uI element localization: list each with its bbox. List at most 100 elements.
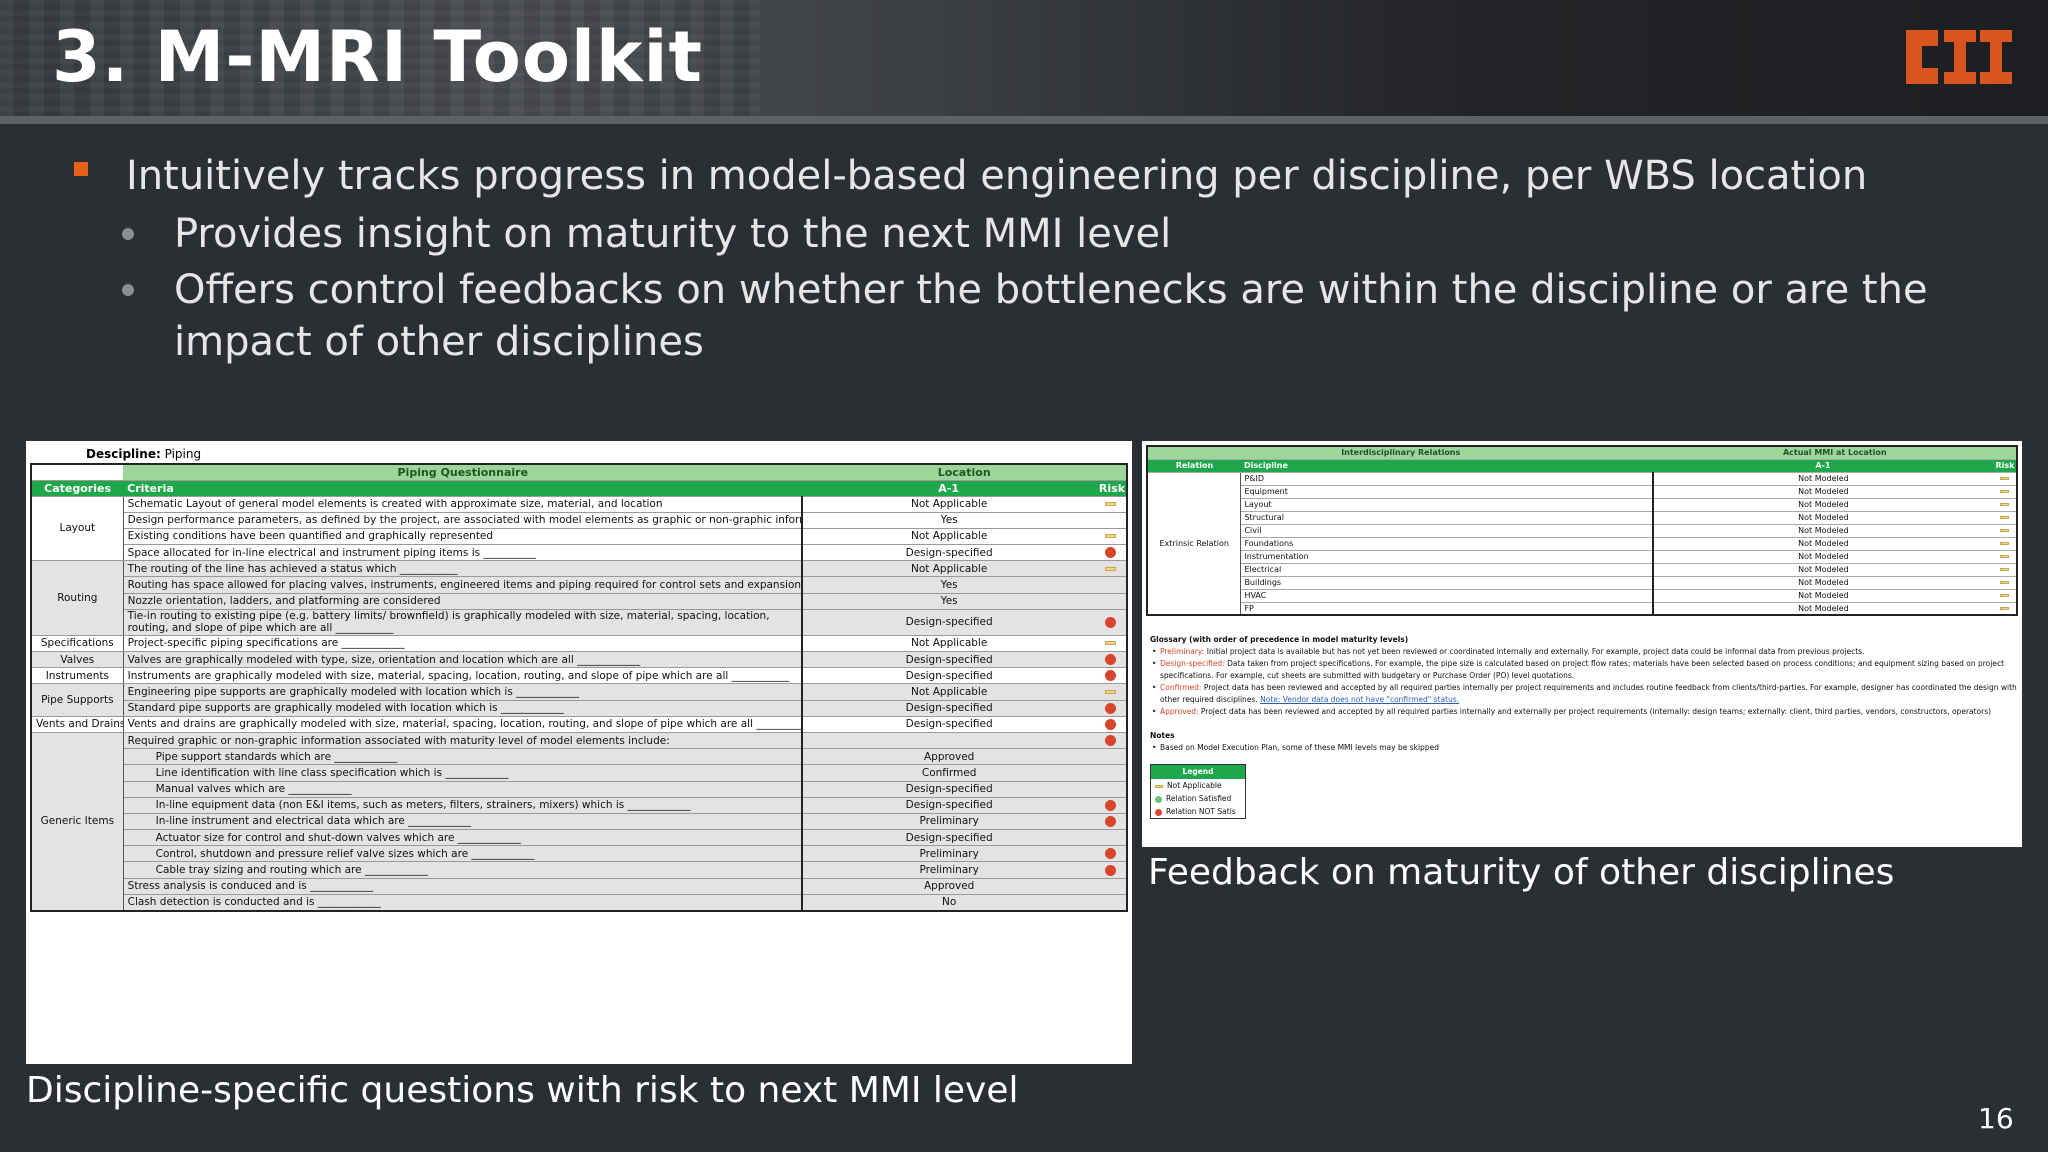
risk-cell [1094, 593, 1127, 610]
risk-cell [1992, 485, 2017, 499]
not-applicable-dash-icon [1999, 490, 2009, 493]
table-row: Valves Valves are graphically modeled wit… [31, 651, 1127, 669]
risk-cell [1094, 683, 1127, 701]
table-row: Instruments Instruments are graphically m… [31, 667, 1127, 685]
not-applicable-dash-icon [1999, 542, 2009, 545]
risk-cell [1992, 589, 2017, 603]
notes-title: Notes [1150, 731, 1175, 740]
risk-cell [1094, 829, 1127, 847]
category-cell: Routing [31, 560, 124, 636]
location-value-cell: Design-specified [802, 797, 1095, 814]
table-row: Standard pipe supports are graphically m… [31, 700, 1127, 717]
criteria-cell: Control, shutdown and pressure relief va… [123, 845, 804, 863]
relations-table: Interdisciplinary Relations Actual MMI a… [1146, 445, 2018, 616]
discipline-cell: Civil [1240, 524, 1655, 538]
table-row: Actuator size for control and shut-down … [31, 829, 1127, 847]
table-row: Manual valves which are ____________ Desi… [31, 781, 1127, 798]
risk-cell [1094, 700, 1127, 717]
legend: Legend Not Applicable Relation Satisfied… [1150, 764, 1246, 819]
glossary: Glossary (with order of precedence in mo… [1146, 634, 2018, 754]
risk-red-dot-icon [1104, 616, 1116, 628]
table-row: Foundations Not Modeled [1147, 537, 2017, 551]
risk-cell [1992, 511, 2017, 525]
red-dot-icon [1155, 808, 1162, 816]
location-value-cell: Preliminary [802, 813, 1095, 831]
glossary-item: Design-specified: Data taken from projec… [1150, 658, 2018, 682]
discipline-cell: Electrical [1240, 563, 1655, 577]
discipline-line: Descipline: Piping [86, 447, 202, 461]
criteria-cell: Cable tray sizing and routing which are … [123, 861, 804, 879]
risk-cell [1094, 528, 1127, 546]
table-row: Extrinsic Relation P&ID Not Modeled [1147, 472, 2017, 616]
not-applicable-dash-icon [1104, 566, 1116, 571]
col-relation: Relation [1147, 459, 1241, 473]
discipline-cell: Foundations [1240, 537, 1655, 551]
discipline-cell: P&ID [1240, 472, 1655, 486]
glossary-item: Preliminary: Initial project data is ava… [1150, 646, 2018, 658]
criteria-cell: Instruments are graphically modeled with… [123, 667, 804, 685]
location-value-cell: Yes [802, 512, 1095, 529]
risk-red-dot-icon [1104, 815, 1116, 827]
risk-cell [1094, 576, 1127, 594]
caption-left: Discipline-specific questions with risk … [26, 1070, 1019, 1111]
col-categories: Categories [31, 480, 124, 497]
table-row: Electrical Not Modeled [1147, 563, 2017, 577]
not-applicable-dash-icon [1999, 594, 2009, 597]
actual-mmi-cell: Not Modeled [1653, 524, 1993, 538]
actual-mmi-header: Actual MMI at Location [1653, 446, 2017, 460]
discipline-cell: FP [1240, 602, 1655, 616]
table-row: Control, shutdown and pressure relief va… [31, 845, 1127, 863]
location-value-cell: Not Applicable [802, 496, 1095, 513]
actual-mmi-cell: Not Modeled [1653, 563, 1993, 577]
caption-right: Feedback on maturity of other discipline… [1148, 852, 1895, 893]
risk-cell [1094, 797, 1127, 814]
col-risk: Risk [1992, 459, 2017, 473]
criteria-cell: Nozzle orientation, ladders, and platfor… [123, 593, 804, 610]
actual-mmi-cell: Not Modeled [1653, 511, 1993, 525]
table-row: Vents and Drains Vents and drains are gra… [31, 716, 1127, 733]
piping-questionnaire-image: Descipline: Piping Piping Questionnaire … [26, 441, 1132, 1064]
location-value-cell: Preliminary [802, 861, 1095, 879]
relation-cell: Extrinsic Relation [1147, 472, 1242, 616]
risk-cell [1094, 560, 1127, 578]
bullet-sub: Offers control feedbacks on whether the … [70, 264, 1950, 368]
glossary-title: Glossary (with order of precedence in mo… [1150, 635, 1409, 644]
criteria-cell: Schematic Layout of general model elemen… [123, 496, 804, 513]
table-row: Buildings Not Modeled [1147, 576, 2017, 590]
not-applicable-dash-icon [1999, 529, 2009, 532]
not-applicable-dash-icon [1104, 641, 1116, 646]
not-applicable-dash-icon [1999, 516, 2009, 519]
criteria-cell: Line identification with line class spec… [123, 764, 804, 782]
criteria-cell: Actuator size for control and shut-down … [123, 829, 804, 847]
location-value-cell: Design-specified [802, 651, 1095, 669]
criteria-cell: The routing of the line has achieved a s… [123, 560, 804, 578]
actual-mmi-cell: Not Modeled [1653, 485, 1993, 499]
criteria-cell: Existing conditions have been quantified… [123, 528, 804, 546]
risk-cell [1094, 878, 1127, 895]
note-item: Based on Model Execution Plan, some of t… [1150, 742, 2018, 754]
col-criteria: Criteria [123, 480, 803, 497]
square-bullet-icon [74, 162, 88, 176]
actual-mmi-cell: Not Modeled [1653, 589, 1993, 603]
risk-red-dot-icon [1104, 670, 1116, 682]
criteria-cell: Project-specific piping specifications a… [123, 635, 804, 653]
risk-cell [1094, 544, 1127, 562]
risk-cell [1094, 667, 1127, 685]
risk-red-dot-icon [1104, 718, 1116, 730]
not-applicable-dash-icon [1104, 689, 1116, 694]
risk-cell [1992, 524, 2017, 538]
col-location: A-1 [802, 480, 1095, 497]
risk-cell [1992, 550, 2017, 564]
interdisciplinary-relations-image: Interdisciplinary Relations Actual MMI a… [1142, 441, 2022, 847]
actual-mmi-cell: Not Modeled [1653, 576, 1993, 590]
glossary-item: Approved: Project data has been reviewed… [1150, 706, 2018, 718]
location-value-cell: Design-specified [802, 716, 1095, 733]
location-value-cell [802, 732, 1095, 750]
risk-red-dot-icon [1104, 654, 1116, 666]
location-value-cell: Design-specified [802, 781, 1095, 798]
location-value-cell: Design-specified [802, 829, 1095, 847]
criteria-cell: Clash detection is conducted and is ____… [123, 894, 804, 912]
bullet-main: Intuitively tracks progress in model-bas… [70, 148, 1990, 204]
relations-title: Interdisciplinary Relations [1147, 446, 1654, 460]
risk-cell [1094, 716, 1127, 733]
